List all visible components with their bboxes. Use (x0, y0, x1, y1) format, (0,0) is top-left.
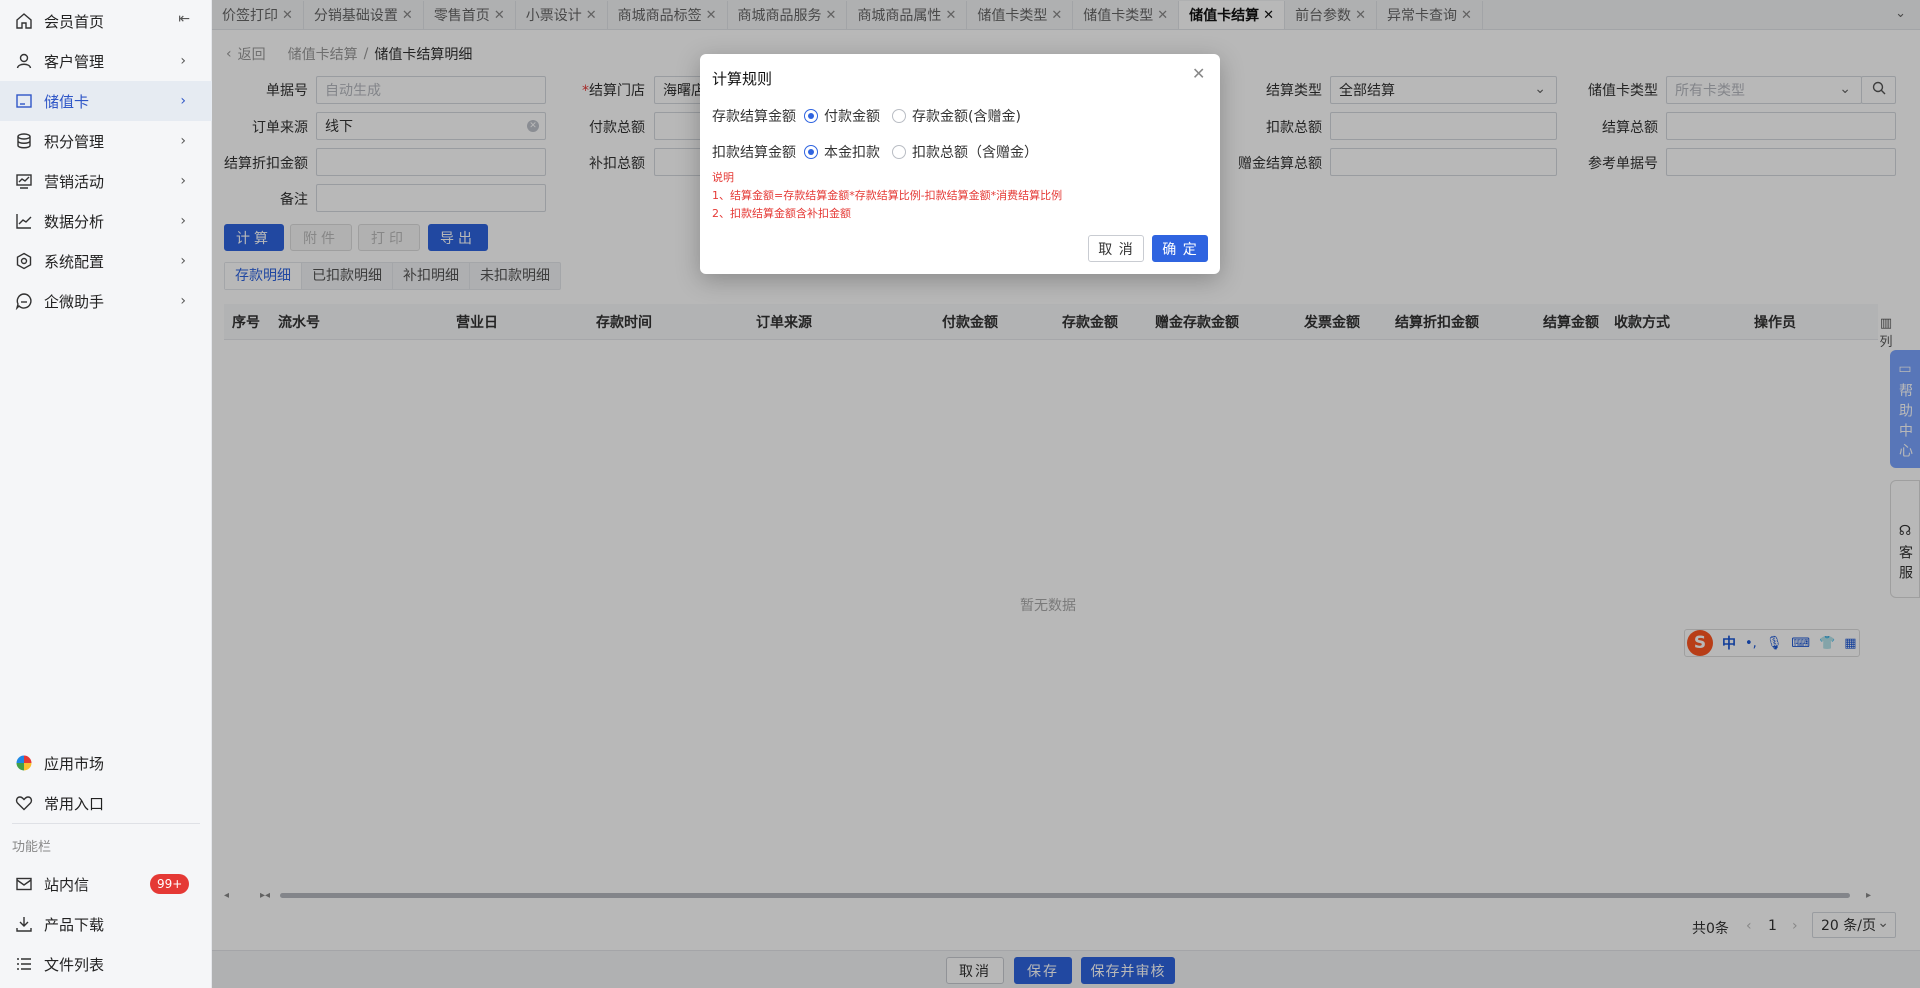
chat-icon (14, 291, 34, 311)
sidebar-item-system-config[interactable]: 系统配置 › (0, 241, 212, 281)
collapse-left-icon[interactable]: ⇤ (178, 11, 190, 27)
sidebar-item-stored-card[interactable]: 储值卡 › (0, 81, 212, 121)
unread-badge: 99+ (150, 874, 190, 894)
campaign-icon (14, 171, 34, 191)
radio-principal-deduct[interactable]: 本金扣款 (804, 142, 880, 162)
sidebar-item-label: 积分管理 (44, 132, 105, 151)
file-list-icon (14, 954, 34, 974)
chevron-right-icon: › (180, 293, 186, 309)
sidebar-item-label: 产品下载 (44, 915, 105, 934)
deduct-settle-label: 扣款结算金额 (712, 145, 796, 161)
sidebar-item-label: 会员首页 (44, 12, 105, 31)
dialog-confirm-button[interactable]: 确 定 (1152, 235, 1208, 262)
dialog-title: 计算规则 (712, 70, 773, 88)
sidebar-item-app-market[interactable]: 应用市场 (0, 743, 212, 783)
sidebar-item-points[interactable]: 积分管理 › (0, 121, 212, 161)
chevron-right-icon: › (180, 93, 186, 109)
radio-total-deduct[interactable]: 扣款总额（含赠金） (892, 142, 1038, 162)
mail-icon (14, 874, 34, 894)
chevron-right-icon: › (180, 53, 186, 69)
sidebar: 会员首页 ⇤ 客户管理 › 储值卡 › 积分管理 › 营销活动 › 数据分析 ›… (0, 0, 212, 988)
calc-rule-dialog: 计算规则 ✕ 存款结算金额 付款金额 存款金额(含赠金) 扣款结算金额 本金扣款… (700, 54, 1220, 274)
close-icon[interactable]: ✕ (1192, 64, 1205, 83)
deposit-settle-label: 存款结算金额 (712, 109, 796, 125)
sidebar-item-wecom[interactable]: 企微助手 › (0, 281, 212, 321)
radio-checked-icon (804, 145, 818, 159)
sidebar-item-label: 文件列表 (44, 955, 105, 974)
sidebar-item-label: 企微助手 (44, 292, 105, 311)
note-title: 说明 (712, 171, 734, 184)
database-icon (14, 131, 34, 151)
card-icon (14, 91, 34, 111)
home-icon (14, 11, 34, 31)
sidebar-item-customer[interactable]: 客户管理 › (0, 41, 212, 81)
user-icon (14, 51, 34, 71)
sidebar-item-label: 数据分析 (44, 212, 105, 231)
chevron-right-icon: › (180, 133, 186, 149)
radio-deposit-amount[interactable]: 存款金额(含赠金) (892, 106, 1021, 126)
download-icon (14, 914, 34, 934)
sidebar-section-title: 功能栏 (12, 840, 52, 855)
dialog-cancel-button[interactable]: 取 消 (1088, 235, 1144, 262)
sidebar-item-inbox[interactable]: 站内信 99+ (0, 864, 212, 904)
sidebar-item-file-list[interactable]: 文件列表 (0, 944, 212, 984)
sidebar-item-downloads[interactable]: 产品下载 (0, 904, 212, 944)
radio-unchecked-icon (892, 109, 906, 123)
sidebar-item-label: 系统配置 (44, 252, 105, 271)
sidebar-item-marketing[interactable]: 营销活动 › (0, 161, 212, 201)
radio-pay-amount[interactable]: 付款金额 (804, 106, 880, 126)
radio-checked-icon (804, 109, 818, 123)
sidebar-item-label: 营销活动 (44, 172, 105, 191)
chart-icon (14, 211, 34, 231)
sidebar-item-label: 站内信 (44, 875, 90, 894)
app-market-icon (14, 753, 34, 773)
sidebar-item-home[interactable]: 会员首页 ⇤ (0, 1, 212, 41)
note-line-1: 1、结算金额=存款结算金额*存款结算比例-扣款结算金额*消费结算比例 (712, 189, 1063, 202)
sidebar-divider (12, 823, 200, 824)
chevron-right-icon: › (180, 213, 186, 229)
heart-icon (14, 793, 34, 813)
sidebar-item-label: 应用市场 (44, 754, 105, 773)
settings-icon (14, 251, 34, 271)
sidebar-item-label: 客户管理 (44, 52, 105, 71)
chevron-right-icon: › (180, 173, 186, 189)
chevron-right-icon: › (180, 253, 186, 269)
sidebar-item-favorites[interactable]: 常用入口 (0, 783, 212, 823)
radio-unchecked-icon (892, 145, 906, 159)
sidebar-item-analytics[interactable]: 数据分析 › (0, 201, 212, 241)
sidebar-item-label: 常用入口 (44, 794, 105, 813)
sidebar-item-label: 储值卡 (44, 92, 90, 111)
note-line-2: 2、扣款结算金额含补扣金额 (712, 207, 851, 220)
